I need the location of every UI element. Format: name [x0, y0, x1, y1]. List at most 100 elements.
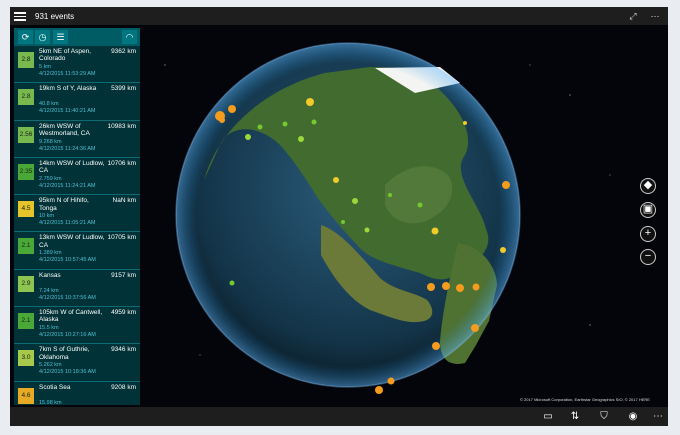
quake-marker	[333, 177, 339, 183]
list-view-icon[interactable]: ☰	[53, 30, 68, 44]
compass-icon[interactable]: ◆	[640, 178, 656, 194]
event-time: 4/12/2015 10:57:45 AM	[39, 257, 96, 264]
magnitude-badge: 2.35	[18, 163, 34, 180]
event-row[interactable]: 2.35 14km WSW of Ludlow, CA 10706 km 2.7…	[14, 158, 140, 196]
quake-marker	[417, 202, 423, 208]
event-distance: 9346 km	[111, 346, 136, 354]
list-toolbar: ⟳ ◷ ☰ ◠	[14, 28, 140, 46]
events-list: 2.8 5km NE of Aspen, Colorado 9362 km 5 …	[14, 46, 140, 405]
event-distance: NaN km	[112, 197, 136, 205]
events-count-title: 931 events	[35, 12, 75, 21]
quake-marker	[502, 181, 510, 189]
quake-marker	[282, 121, 288, 127]
event-depth: 7.24 km	[39, 287, 59, 294]
quake-marker	[257, 124, 263, 130]
more-options-icon[interactable]: ⋯	[648, 9, 662, 23]
app-window: 931 events ⤢ ⋯ ⟳ ◷ ☰ ◠ 2.8 5km NE of Asp…	[10, 7, 668, 426]
magnitude-badge: 4.5	[18, 201, 34, 218]
event-distance: 4959 km	[111, 309, 136, 317]
event-row[interactable]: 2.8 19km S of Y, Alaska 5399 km 40.8 km …	[14, 83, 140, 121]
more-commands-icon[interactable]: ⋯	[650, 409, 666, 424]
quake-marker	[375, 386, 383, 394]
event-depth: 2.759 km	[39, 175, 62, 182]
event-distance: 9208 km	[111, 383, 136, 391]
quake-marker	[456, 284, 464, 292]
event-time: 4/12/2015 10:18:36 AM	[39, 369, 96, 376]
event-location: Kansas	[39, 271, 61, 279]
event-location: Scotia Sea	[39, 383, 71, 391]
event-time: 4/12/2015 11:53:29 AM	[39, 71, 96, 77]
event-location: 13km WSW of Ludlow, CA	[39, 234, 105, 249]
event-depth: 10 km	[39, 213, 54, 220]
quake-marker	[311, 119, 317, 125]
event-time: 4/12/2015 11:24:21 AM	[39, 182, 96, 189]
zoom-out-button[interactable]: −	[640, 249, 656, 265]
quake-marker	[228, 105, 236, 113]
event-distance: 10706 km	[107, 159, 136, 167]
zoom-in-button[interactable]: +	[640, 226, 656, 242]
event-distance: 10705 km	[107, 234, 136, 242]
filter-icon[interactable]: ⛉	[596, 409, 612, 424]
event-depth: 1.389 km	[39, 250, 62, 257]
quake-marker	[471, 324, 479, 332]
event-row[interactable]: 2.8 5km NE of Aspen, Colorado 9362 km 5 …	[14, 46, 140, 84]
event-time: 4/12/2015 11:40:21 AM	[39, 108, 96, 115]
event-row[interactable]: 4.6 Scotia Sea 9208 km 15.98 km	[14, 382, 140, 405]
magnitude-badge: 3.0	[18, 350, 34, 367]
event-row[interactable]: 2.56 26km WSW of Westmorland, CA 10983 k…	[14, 121, 140, 158]
event-distance: 9157 km	[111, 271, 136, 279]
bottom-command-bar: ▭ ⇅ ⛉ ◉ ⋯	[10, 407, 668, 426]
magnitude-badge: 2.56	[18, 126, 34, 143]
event-time: 4/12/2015 11:24:36 AM	[39, 145, 96, 152]
title-bar: 931 events ⤢ ⋯	[10, 7, 668, 25]
event-row[interactable]: 2.1 105km W of Cantwell, Alaska 4959 km …	[14, 307, 140, 345]
quake-marker	[387, 377, 395, 385]
event-location: 5km NE of Aspen, Colorado	[39, 48, 92, 63]
signal-icon[interactable]: ◠	[122, 30, 137, 44]
location-icon[interactable]: ◉	[625, 409, 641, 424]
history-icon[interactable]: ◷	[35, 30, 50, 44]
event-distance: 5399 km	[111, 85, 136, 93]
quake-marker	[352, 198, 358, 204]
quake-marker	[388, 193, 392, 197]
quake-marker	[500, 247, 506, 253]
quake-marker	[298, 136, 304, 142]
magnitude-badge: 2.1	[18, 313, 34, 330]
tilt-icon[interactable]: ▣	[640, 202, 656, 218]
sort-icon[interactable]: ⇅	[567, 409, 583, 424]
event-distance: 9362 km	[111, 48, 136, 55]
event-time: 4/12/2015 10:27:16 AM	[39, 332, 96, 339]
quake-marker	[341, 220, 345, 224]
event-row[interactable]: 2.1 13km WSW of Ludlow, CA 10705 km 1.38…	[14, 232, 140, 270]
event-depth: 40.8 km	[39, 101, 59, 108]
event-row[interactable]: 4.5 95km N of Hihifo, Tonga NaN km 10 km…	[14, 195, 140, 233]
event-depth: 15.98 km	[39, 399, 62, 405]
quake-marker	[472, 283, 480, 291]
map-view-icon[interactable]: ▭	[540, 409, 556, 424]
event-depth: 5.262 km	[39, 362, 62, 369]
event-row[interactable]: 3.0 7km S of Guthrie, Oklahoma 9346 km 5…	[14, 344, 140, 382]
fullscreen-icon[interactable]: ⤢	[626, 9, 640, 23]
magnitude-badge: 2.1	[18, 238, 34, 255]
quake-marker	[432, 342, 440, 350]
quake-marker	[306, 98, 314, 106]
event-depth: 15.5 km	[39, 325, 59, 332]
event-depth: 9.268 km	[39, 138, 62, 145]
event-location: 26km WSW of Westmorland, CA	[39, 122, 90, 137]
event-time: 4/12/2015 10:37:56 AM	[39, 294, 96, 301]
magnitude-badge: 4.6	[18, 387, 34, 404]
quake-marker	[364, 227, 370, 233]
quake-marker	[427, 283, 435, 291]
quake-marker	[442, 282, 450, 290]
quake-marker	[229, 280, 235, 286]
events-list-panel: ⟳ ◷ ☰ ◠ 2.8 5km NE of Aspen, Colorado 93…	[14, 28, 140, 405]
event-distance: 10983 km	[107, 122, 136, 130]
quake-marker	[245, 134, 251, 140]
earth-map[interactable]: ⟳ ◷ ☰ ◠ 2.8 5km NE of Aspen, Colorado 93…	[10, 25, 668, 407]
refresh-icon[interactable]: ⟳	[18, 30, 33, 44]
magnitude-badge: 2.8	[18, 89, 34, 106]
quake-marker	[463, 121, 467, 125]
event-location: 19km S of Y, Alaska	[39, 85, 97, 93]
event-row[interactable]: 2.9 Kansas 9157 km 7.24 km 4/12/2015 10:…	[14, 270, 140, 308]
hamburger-menu-icon[interactable]	[14, 10, 26, 22]
